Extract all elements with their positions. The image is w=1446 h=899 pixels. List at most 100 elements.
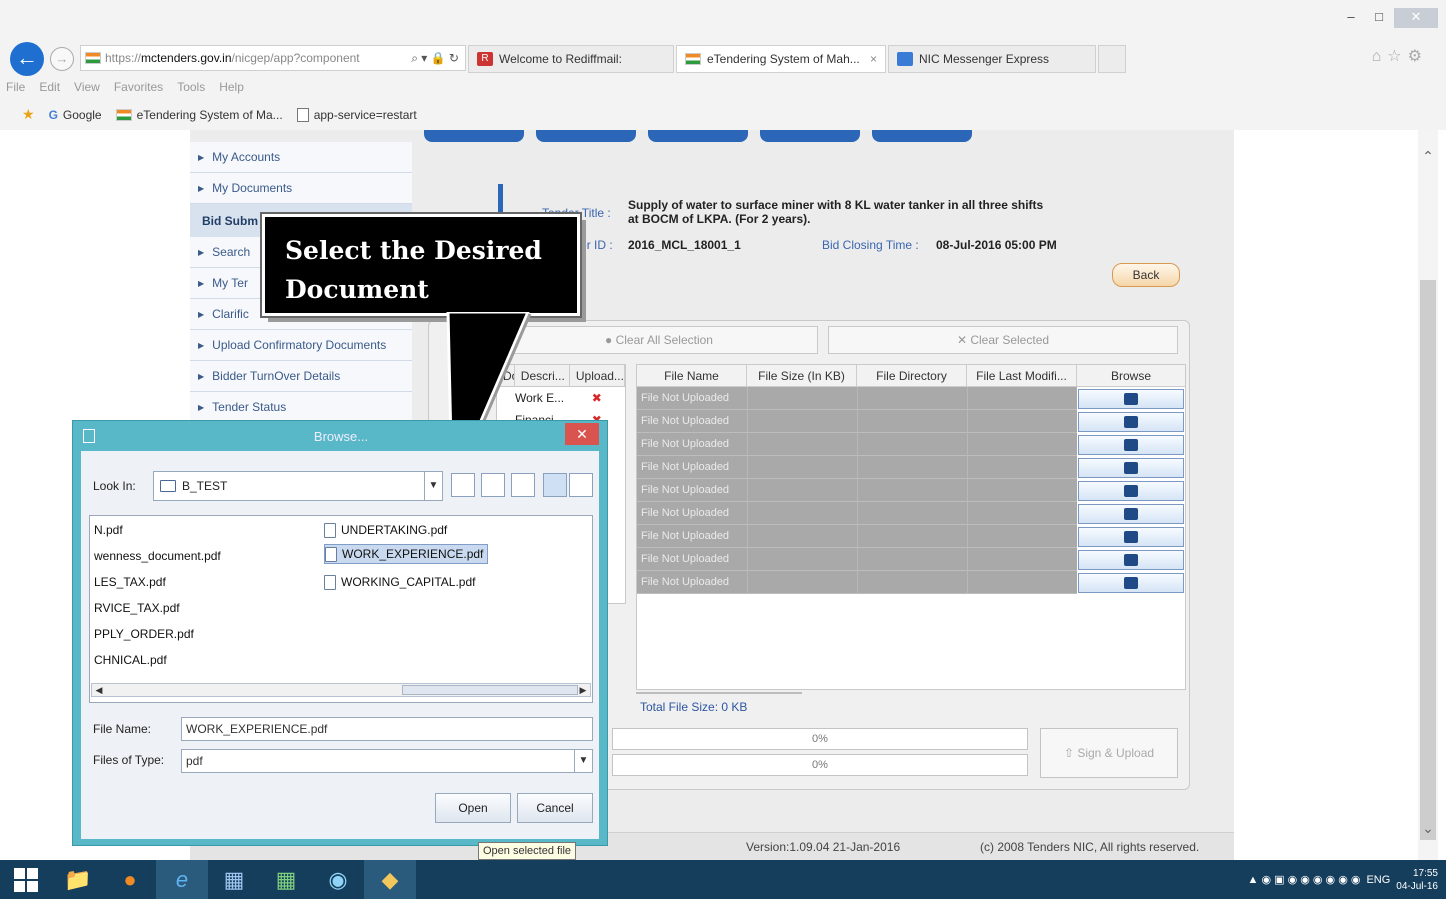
scroll-left-icon[interactable]: ◀ [92, 684, 106, 696]
step-tab[interactable] [424, 130, 524, 142]
table-row[interactable]: File Not Uploaded [637, 525, 1185, 548]
list-item[interactable]: wenness_document.pdf [94, 546, 221, 566]
minimize-button[interactable]: – [1338, 8, 1364, 28]
up-folder-icon[interactable] [451, 473, 475, 497]
address-tools-icon[interactable]: ⌕ ▾ 🔒 ↻ [411, 51, 465, 66]
chevron-down-icon[interactable]: ▼ [424, 472, 442, 500]
list-item[interactable]: RVICE_TAX.pdf [94, 598, 180, 618]
favorites-star-icon[interactable]: ★ [22, 106, 35, 123]
clear-selected-button[interactable]: ✕ Clear Selected [828, 326, 1178, 354]
firefox-icon[interactable]: ● [104, 860, 156, 899]
details-view-icon[interactable] [569, 473, 593, 497]
scroll-thumb[interactable] [1420, 280, 1436, 840]
menu-tools[interactable]: Tools [177, 80, 205, 94]
clock[interactable]: 17:55 04-Jul-16 [1396, 867, 1438, 893]
new-tab-button[interactable] [1098, 45, 1126, 73]
java-app-icon[interactable]: ◆ [364, 860, 416, 899]
file-list-scrollbar[interactable]: ◀ ▶ [91, 683, 591, 697]
browse-button[interactable] [1078, 434, 1184, 455]
dialog-titlebar[interactable]: Browse... ✕ [73, 421, 607, 451]
dialog-close-button[interactable]: ✕ [565, 423, 599, 445]
x-icon: ✕ [956, 333, 971, 347]
language-indicator[interactable]: ENG [1366, 874, 1390, 886]
fav-google[interactable]: G Google [49, 108, 102, 122]
table-row[interactable]: File Not Uploaded [637, 479, 1185, 502]
close-window-button[interactable]: ✕ [1394, 8, 1438, 28]
nav-tender-status[interactable]: ▶ Tender Status [190, 392, 412, 423]
step-tab[interactable] [760, 130, 860, 142]
start-button[interactable] [0, 860, 52, 899]
fav-etendering[interactable]: eTendering System of Ma... [115, 108, 283, 122]
file-modified-cell [967, 456, 1077, 479]
menu-help[interactable]: Help [219, 80, 244, 94]
tab-rediffmail[interactable]: R Welcome to Rediffmail: [468, 45, 674, 73]
cancel-button[interactable]: Cancel [517, 793, 593, 823]
browse-button[interactable] [1078, 549, 1184, 570]
step-tab[interactable] [536, 130, 636, 142]
page-scrollbar[interactable]: ⌃ ⌄ [1418, 130, 1438, 860]
table-row[interactable]: File Not Uploaded [637, 571, 1185, 594]
close-tab-icon[interactable]: × [870, 52, 885, 66]
forward-arrow-icon[interactable]: → [50, 47, 74, 71]
look-in-select[interactable]: B_TEST ▼ [153, 471, 443, 501]
browse-button[interactable] [1078, 411, 1184, 432]
maximize-button[interactable]: □ [1366, 8, 1392, 28]
sign-and-upload-button[interactable]: ⇧ Sign & Upload [1040, 728, 1178, 778]
browse-button[interactable] [1078, 503, 1184, 524]
table-row[interactable]: File Not Uploaded [637, 387, 1185, 410]
back-button[interactable]: Back [1112, 263, 1180, 287]
step-tab[interactable] [648, 130, 748, 142]
excel-icon[interactable]: ▦ [260, 860, 312, 899]
nav-my-accounts[interactable]: ▶ My Accounts [190, 142, 412, 173]
word-icon[interactable]: ▦ [208, 860, 260, 899]
list-item[interactable]: LES_TAX.pdf [94, 572, 166, 592]
table-row[interactable]: File Not Uploaded [637, 433, 1185, 456]
list-item[interactable]: N.pdf [94, 520, 123, 540]
browse-button[interactable] [1078, 572, 1184, 593]
new-folder-icon[interactable] [511, 473, 535, 497]
file-explorer-icon[interactable]: 📁 [52, 860, 104, 899]
headphones-icon[interactable]: ◉ [312, 860, 364, 899]
list-item[interactable]: UNDERTAKING.pdf [324, 520, 447, 540]
menu-edit[interactable]: Edit [39, 80, 60, 94]
tab-label: eTendering System of Mah... [707, 52, 860, 66]
scroll-up-icon[interactable]: ⌃ [1418, 148, 1438, 165]
list-view-icon[interactable] [543, 473, 567, 497]
browse-button[interactable] [1078, 526, 1184, 547]
list-item-selected[interactable]: WORK_EXPERIENCE.pdf [324, 544, 489, 564]
back-arrow-icon[interactable]: ← [10, 42, 44, 76]
nav-my-documents[interactable]: ▶ My Documents [190, 173, 412, 204]
browse-button[interactable] [1078, 388, 1184, 409]
menu-favorites[interactable]: Favorites [114, 80, 163, 94]
open-button[interactable]: Open [435, 793, 511, 823]
file-name-input[interactable]: WORK_EXPERIENCE.pdf [181, 717, 593, 741]
chevron-down-icon[interactable]: ▼ [574, 750, 592, 772]
nav-bidder-turnover[interactable]: ▶ Bidder TurnOver Details [190, 361, 412, 392]
scroll-right-icon[interactable]: ▶ [576, 684, 590, 696]
scroll-thumb[interactable] [402, 685, 578, 695]
internet-explorer-icon[interactable]: e [156, 860, 208, 899]
files-of-type-select[interactable]: pdf ▼ [181, 749, 593, 773]
home-folder-icon[interactable] [481, 473, 505, 497]
table-row[interactable]: File Not Uploaded [637, 548, 1185, 571]
address-bar[interactable]: https://mctenders.gov.in/nicgep/app?comp… [80, 45, 466, 71]
tab-nic-messenger[interactable]: NIC Messenger Express [888, 45, 1096, 73]
list-item[interactable]: WORKING_CAPITAL.pdf [324, 572, 475, 592]
home-star-gear-icons[interactable]: ⌂☆⚙ [1372, 46, 1428, 66]
browse-dialog: Browse... ✕ Look In: B_TEST ▼ N.pdf wenn… [72, 420, 608, 846]
tab-etendering[interactable]: eTendering System of Mah... × [676, 45, 886, 73]
table-row[interactable]: File Not Uploaded [637, 456, 1185, 479]
menu-view[interactable]: View [74, 80, 100, 94]
list-item[interactable]: PPLY_ORDER.pdf [94, 624, 194, 644]
fav-app-service[interactable]: app-service=restart [296, 107, 417, 122]
tray-icons[interactable]: ▲ ◉ ▣ ◉ ◉ ◉ ◉ ◉ ◉ [1248, 873, 1361, 886]
table-row[interactable]: File Not Uploaded [637, 410, 1185, 433]
table-row[interactable]: File Not Uploaded [637, 502, 1185, 525]
list-item[interactable]: CHNICAL.pdf [94, 650, 167, 670]
browse-button[interactable] [1078, 480, 1184, 501]
menu-file[interactable]: File [6, 80, 25, 94]
scroll-down-icon[interactable]: ⌄ [1418, 820, 1438, 837]
step-tab[interactable] [872, 130, 972, 142]
browse-button[interactable] [1078, 457, 1184, 478]
nav-upload-confirmatory[interactable]: ▶ Upload Confirmatory Documents [190, 330, 412, 361]
